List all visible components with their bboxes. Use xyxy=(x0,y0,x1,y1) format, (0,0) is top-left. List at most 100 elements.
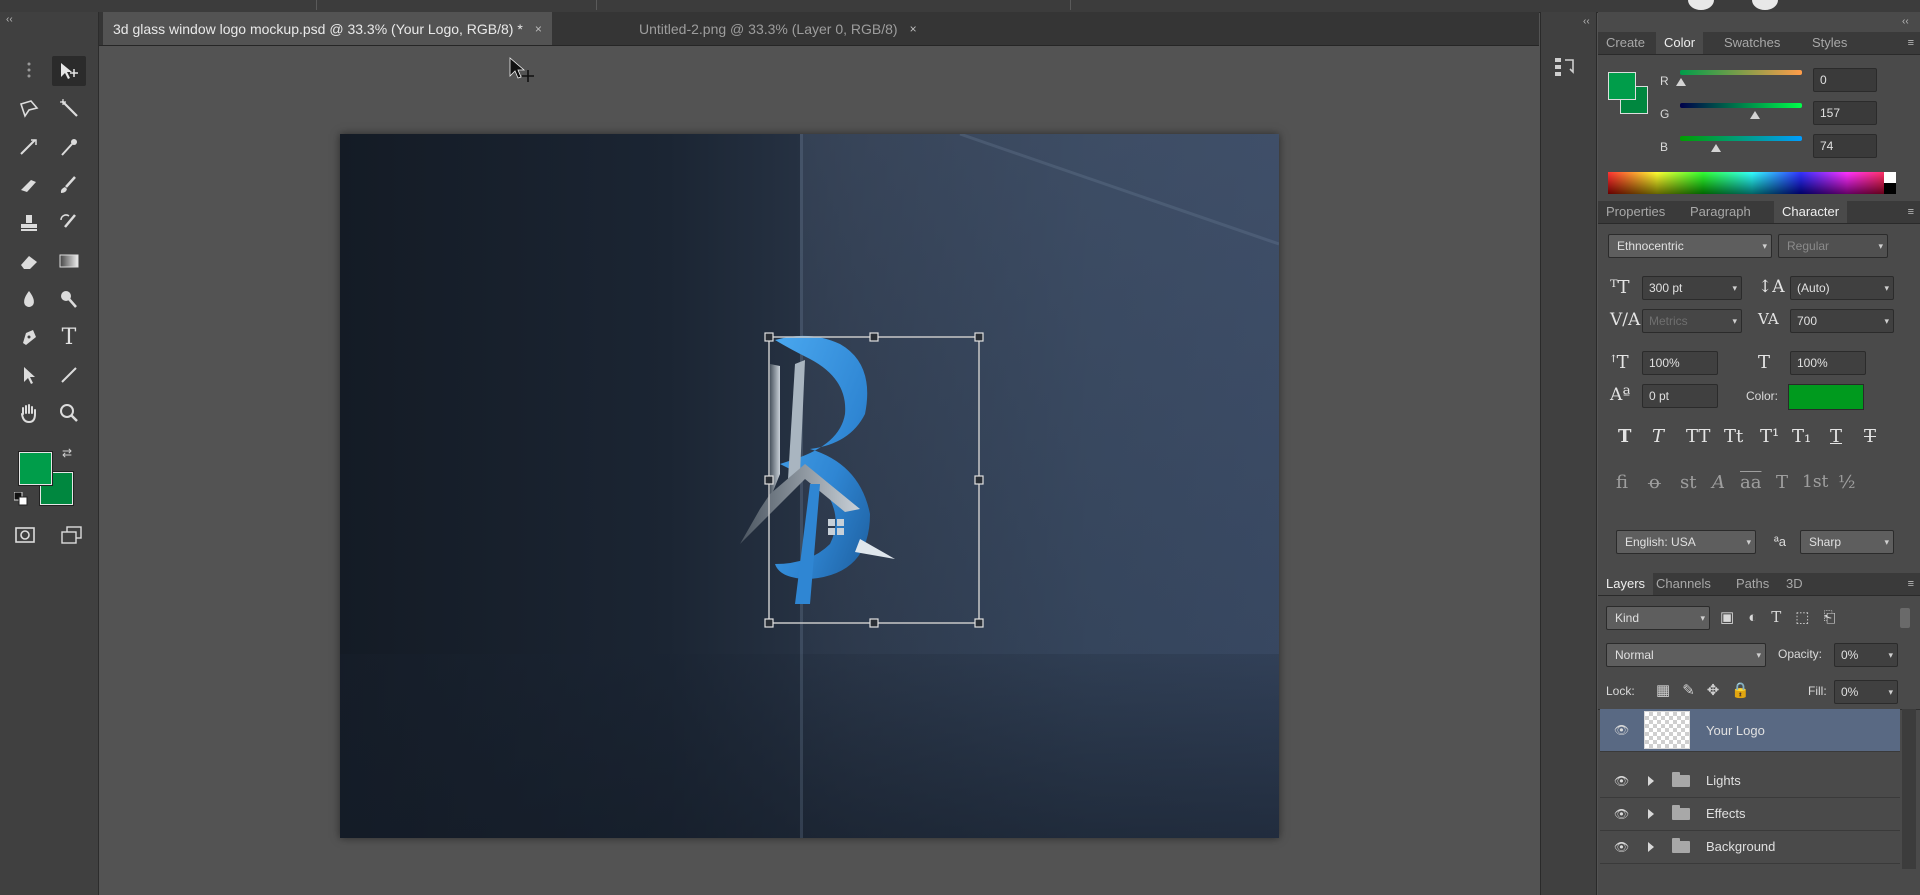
shape-filter-icon[interactable]: ⬚ xyxy=(1795,609,1823,626)
type-tool-icon[interactable]: T xyxy=(52,322,86,352)
workspace-button[interactable] xyxy=(1688,0,1714,10)
brush-tool-icon[interactable] xyxy=(52,170,86,200)
swash-button[interactable]: A xyxy=(1712,472,1725,493)
collapse-toolbar-icon[interactable]: ‹‹ xyxy=(6,14,13,25)
fill-input[interactable]: 0% ▾ xyxy=(1834,680,1898,704)
layer-row-your-logo[interactable]: 👁 Your Logo xyxy=(1600,709,1900,752)
visibility-eye-icon[interactable]: 👁 xyxy=(1614,723,1629,737)
layer-row-lights[interactable]: 👁 Lights xyxy=(1600,765,1900,798)
tab-styles[interactable]: Styles xyxy=(1804,32,1855,54)
collapse-dock-icon[interactable]: ‹‹ xyxy=(1583,16,1590,27)
gradient-tool-icon[interactable] xyxy=(52,246,86,276)
tab-mockup-psd[interactable]: 3d glass window logo mockup.psd @ 33.3% … xyxy=(103,12,552,45)
zoom-tool-icon[interactable] xyxy=(52,398,86,428)
r-value-input[interactable]: 0 xyxy=(1813,68,1877,92)
pixel-filter-icon[interactable]: ▣ xyxy=(1720,609,1748,626)
collapse-panels-icon[interactable]: ‹‹ xyxy=(1902,16,1909,27)
font-family-select[interactable]: Ethnocentric ▾ xyxy=(1608,234,1772,258)
visibility-eye-icon[interactable]: 👁 xyxy=(1614,774,1629,788)
strikethrough-button[interactable]: T xyxy=(1864,426,1876,447)
close-tab-icon[interactable]: × xyxy=(910,22,917,36)
faux-bold-button[interactable]: T xyxy=(1618,426,1631,447)
tab-character[interactable]: Character xyxy=(1774,201,1848,223)
tab-channels[interactable]: Channels xyxy=(1648,573,1719,595)
leading-input[interactable]: (Auto) ▾ xyxy=(1790,276,1894,300)
expand-group-icon[interactable] xyxy=(1648,842,1654,852)
opacity-input[interactable]: 0% ▾ xyxy=(1834,643,1898,667)
baseline-shift-input[interactable]: 0 pt xyxy=(1642,384,1718,408)
move-tool-icon[interactable] xyxy=(52,56,86,86)
search-button[interactable] xyxy=(1752,0,1778,10)
text-color-swatch[interactable] xyxy=(1788,384,1864,410)
lock-image-icon[interactable]: ✎ xyxy=(1682,682,1707,699)
old-style-button[interactable]: ꝋ xyxy=(1648,472,1661,493)
panel-menu-icon[interactable]: ≡ xyxy=(1908,578,1914,590)
g-value-input[interactable]: 157 xyxy=(1813,101,1877,125)
default-colors-icon[interactable] xyxy=(13,491,28,506)
blur-tool-icon[interactable] xyxy=(12,284,46,314)
layer-filter-select[interactable]: Kind ▾ xyxy=(1606,606,1710,630)
tab-create[interactable]: Create xyxy=(1598,32,1653,54)
lock-all-icon[interactable]: 🔒 xyxy=(1731,682,1762,699)
line-tool-icon[interactable] xyxy=(52,360,86,390)
document-canvas[interactable] xyxy=(340,134,1279,838)
foreground-color-swatch[interactable] xyxy=(19,452,52,485)
discretionary-ligatures-button[interactable]: st xyxy=(1680,472,1696,493)
history-panel-icon[interactable] xyxy=(1551,52,1581,82)
tab-3d[interactable]: 3D xyxy=(1778,573,1811,595)
layers-scrollbar[interactable] xyxy=(1902,709,1916,869)
b-value-input[interactable]: 74 xyxy=(1813,134,1877,158)
tab-swatches[interactable]: Swatches xyxy=(1716,32,1788,54)
panel-menu-icon[interactable]: ≡ xyxy=(1908,37,1914,49)
healing-brush-tool-icon[interactable] xyxy=(12,170,46,200)
g-slider-track[interactable] xyxy=(1680,103,1802,108)
hand-tool-icon[interactable] xyxy=(12,398,46,428)
dodge-tool-icon[interactable] xyxy=(52,284,86,314)
quick-mask-icon[interactable] xyxy=(8,520,42,550)
adjustment-filter-icon[interactable]: ◐ xyxy=(1748,609,1771,626)
path-selection-tool-icon[interactable] xyxy=(12,360,46,390)
expand-group-icon[interactable] xyxy=(1648,776,1654,786)
subscript-button[interactable]: T₁ xyxy=(1792,426,1811,447)
underline-button[interactable]: T xyxy=(1830,426,1842,447)
swap-colors-icon[interactable]: ⇄ xyxy=(62,446,72,460)
b-slider-track[interactable] xyxy=(1680,136,1802,141)
smart-object-filter-icon[interactable]: ⎗ xyxy=(1823,609,1849,626)
visibility-eye-icon[interactable]: 👁 xyxy=(1614,840,1629,854)
pen-tool-icon[interactable] xyxy=(12,322,46,352)
lock-transparent-icon[interactable]: ▦ xyxy=(1656,682,1682,699)
language-select[interactable]: English: USA ▾ xyxy=(1616,530,1756,554)
expand-group-icon[interactable] xyxy=(1648,809,1654,819)
lasso-tool-icon[interactable] xyxy=(12,94,46,124)
horizontal-scale-input[interactable]: 100% xyxy=(1790,351,1866,375)
font-style-select[interactable]: Regular ▾ xyxy=(1778,234,1888,258)
type-filter-icon[interactable]: T xyxy=(1771,608,1795,626)
crop-tool-icon[interactable] xyxy=(12,132,46,162)
faux-italic-button[interactable]: T xyxy=(1652,426,1664,447)
small-caps-button[interactable]: Tt xyxy=(1724,426,1743,447)
stylistic-alternates-button[interactable]: aa xyxy=(1740,472,1761,493)
history-brush-tool-icon[interactable] xyxy=(52,208,86,238)
antialias-select[interactable]: Sharp ▾ xyxy=(1800,530,1894,554)
magic-wand-tool-icon[interactable] xyxy=(52,94,86,124)
color-spectrum-ramp[interactable] xyxy=(1608,172,1896,194)
clone-stamp-tool-icon[interactable] xyxy=(12,208,46,238)
screen-mode-icon[interactable] xyxy=(54,520,88,550)
filter-toggle-switch[interactable] xyxy=(1900,608,1910,628)
vertical-scale-input[interactable]: 100% xyxy=(1642,351,1718,375)
tab-color[interactable]: Color xyxy=(1656,32,1704,54)
layer-row-effects[interactable]: 👁 Effects xyxy=(1600,798,1900,831)
r-slider-track[interactable] xyxy=(1680,70,1802,75)
ligatures-button[interactable]: fi xyxy=(1616,472,1628,493)
eyedropper-tool-icon[interactable] xyxy=(52,132,86,162)
kerning-input[interactable]: Metrics ▾ xyxy=(1642,309,1742,333)
g-slider-thumb[interactable] xyxy=(1750,111,1760,119)
tab-properties[interactable]: Properties xyxy=(1598,201,1673,223)
superscript-button[interactable]: T¹ xyxy=(1760,426,1779,447)
tab-paths[interactable]: Paths xyxy=(1728,573,1777,595)
layer-row-background[interactable]: 👁 Background xyxy=(1600,831,1900,864)
color-fg-swatch[interactable] xyxy=(1608,72,1636,100)
fractions-button[interactable]: ½ xyxy=(1838,472,1855,493)
tab-paragraph[interactable]: Paragraph xyxy=(1682,201,1759,223)
r-slider-thumb[interactable] xyxy=(1676,78,1686,86)
